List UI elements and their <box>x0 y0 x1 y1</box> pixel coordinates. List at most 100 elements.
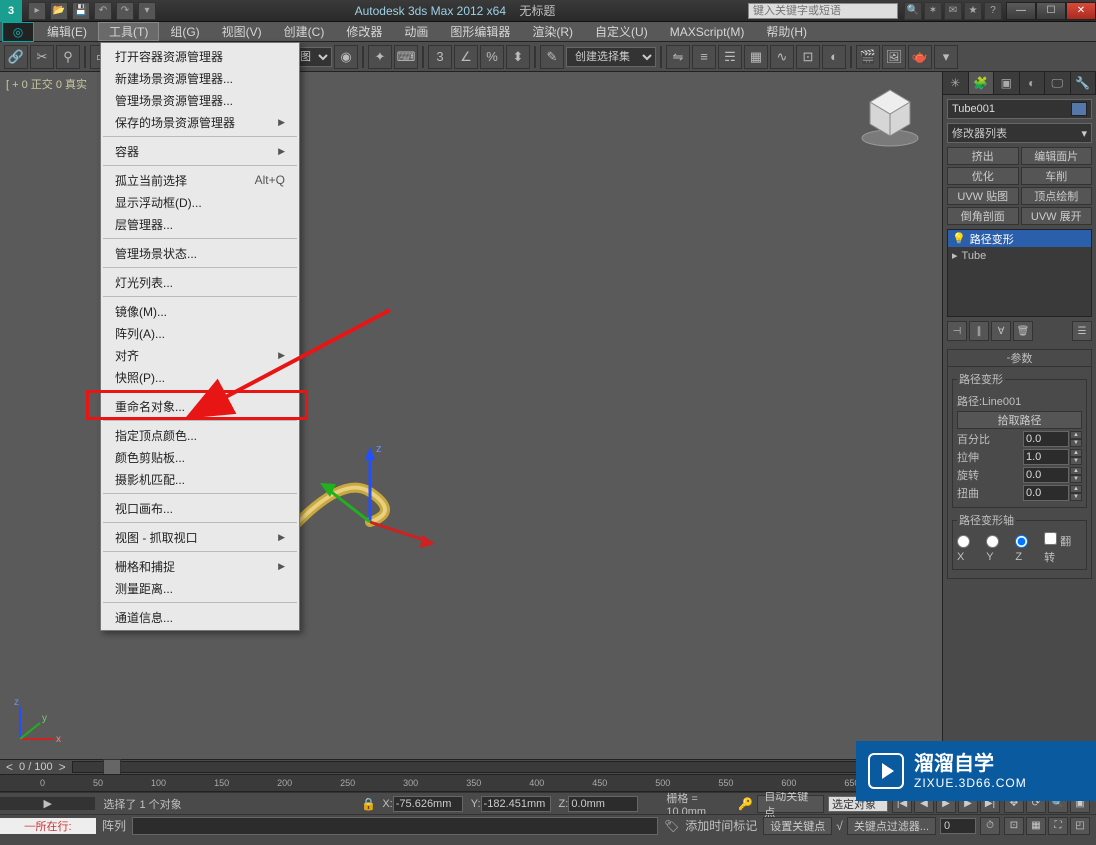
tab-hierarchy-icon[interactable]: ▣ <box>994 72 1020 94</box>
tab-display-icon[interactable]: 🖵 <box>1045 72 1071 94</box>
menu-item-5[interactable]: 容器▶ <box>101 140 299 162</box>
mod-btn-0[interactable]: 挤出 <box>947 147 1019 165</box>
menu-4[interactable]: 创建(C) <box>273 22 336 41</box>
pin-stack-icon[interactable]: ⊣ <box>947 321 967 341</box>
axis-y-radio[interactable]: Y <box>986 535 1009 563</box>
menu-item-1[interactable]: 新建场景资源管理器... <box>101 67 299 89</box>
align-icon[interactable]: ≡ <box>692 45 716 69</box>
remove-mod-icon[interactable]: 🗑 <box>1013 321 1033 341</box>
menu-2[interactable]: 组(G) <box>159 22 210 41</box>
close-button[interactable]: ✕ <box>1066 2 1096 20</box>
menu-item-26[interactable]: 视口画布... <box>101 497 299 519</box>
qat-dropdown-icon[interactable]: ▾ <box>138 2 156 20</box>
show-end-icon[interactable]: ∥ <box>969 321 989 341</box>
mod-btn-7[interactable]: UVW 展开 <box>1021 207 1093 225</box>
axis-z-radio[interactable]: Z <box>1015 535 1038 563</box>
axis-x-radio[interactable]: X <box>957 535 980 563</box>
mirror-icon[interactable]: ⇋ <box>666 45 690 69</box>
stack-item-0[interactable]: 💡路径变形 <box>948 230 1091 247</box>
layers-icon[interactable]: ☴ <box>718 45 742 69</box>
menu-item-13[interactable]: 灯光列表... <box>101 271 299 293</box>
menu-9[interactable]: 自定义(U) <box>584 22 659 41</box>
menu-item-8[interactable]: 显示浮动框(D)... <box>101 191 299 213</box>
app-menu-button[interactable]: ◎ <box>2 22 34 42</box>
setkey-button[interactable]: 设置关键点 <box>763 817 832 835</box>
mod-btn-6[interactable]: 倒角剖面 <box>947 207 1019 225</box>
menu-item-3[interactable]: 保存的场景资源管理器▶ <box>101 111 299 133</box>
curve-editor-icon[interactable]: ∿ <box>770 45 794 69</box>
modifier-stack[interactable]: 💡路径变形▸Tube <box>947 229 1092 317</box>
rollout-params-title[interactable]: - 参数 <box>947 349 1092 367</box>
named-sel-icon[interactable]: ✎ <box>540 45 564 69</box>
app-icon[interactable]: 3 <box>0 0 22 22</box>
render-frame-icon[interactable]: 🖼 <box>882 45 906 69</box>
menu-3[interactable]: 视图(V) <box>211 22 273 41</box>
spinner-snap-icon[interactable]: ⬍ <box>506 45 530 69</box>
menu-7[interactable]: 图形编辑器 <box>439 22 521 41</box>
zoom-all-icon[interactable]: ▦ <box>1026 817 1046 835</box>
percent-spinner[interactable]: ▲▼ <box>1023 431 1082 447</box>
maximize-button[interactable]: ☐ <box>1036 2 1066 20</box>
menu-6[interactable]: 动画 <box>393 22 439 41</box>
graphite-icon[interactable]: ▦ <box>744 45 768 69</box>
menu-item-28[interactable]: 视图 - 抓取视口▶ <box>101 526 299 548</box>
add-time-tag[interactable]: 添加时间标记 <box>685 817 757 834</box>
script-play-icon[interactable]: ▶ <box>0 797 95 810</box>
menu-item-30[interactable]: 栅格和捕捉▶ <box>101 555 299 577</box>
link-icon[interactable]: 🔗 <box>4 45 28 69</box>
rotate-spinner[interactable]: ▲▼ <box>1023 467 1082 483</box>
percent-snap-icon[interactable]: % <box>480 45 504 69</box>
menu-item-2[interactable]: 管理场景资源管理器... <box>101 89 299 111</box>
menu-8[interactable]: 渲染(R) <box>521 22 584 41</box>
snap-icon[interactable]: 3 <box>428 45 452 69</box>
schematic-icon[interactable]: ⊡ <box>796 45 820 69</box>
stack-item-1[interactable]: ▸Tube <box>948 247 1091 264</box>
menu-item-9[interactable]: 层管理器... <box>101 213 299 235</box>
menu-item-11[interactable]: 管理场景状态... <box>101 242 299 264</box>
maxscript-listener-input[interactable] <box>132 817 658 835</box>
menu-10[interactable]: MAXScript(M) <box>659 22 756 41</box>
region-zoom-icon[interactable]: ◰ <box>1070 817 1090 835</box>
menu-item-0[interactable]: 打开容器资源管理器 <box>101 45 299 67</box>
menu-item-33[interactable]: 通道信息... <box>101 606 299 628</box>
max-toggle-icon[interactable]: ⛶ <box>1048 817 1068 835</box>
configure-icon[interactable]: ☰ <box>1072 321 1092 341</box>
favorite-icon[interactable]: ★ <box>964 2 982 20</box>
qat-undo-icon[interactable]: ↶ <box>94 2 112 20</box>
help-search-input[interactable] <box>748 3 898 19</box>
material-editor-icon[interactable]: ◐ <box>822 45 846 69</box>
bind-icon[interactable]: ⚲ <box>56 45 80 69</box>
render-setup-icon[interactable]: 🎬 <box>856 45 880 69</box>
tab-motion-icon[interactable]: ◐ <box>1020 72 1046 94</box>
lock-icon[interactable]: 🔒 <box>361 797 376 811</box>
keyboard-icon[interactable]: ⌨ <box>394 45 418 69</box>
render-icon[interactable]: 🫖 <box>908 45 932 69</box>
exchange-icon[interactable]: ✉ <box>944 2 962 20</box>
autokey-button[interactable]: 自动关键点 <box>757 795 824 813</box>
mod-btn-4[interactable]: UVW 贴图 <box>947 187 1019 205</box>
x-input[interactable] <box>393 796 463 812</box>
object-name-field[interactable]: Tube001 <box>947 99 1092 119</box>
search-icon[interactable]: 🔍 <box>904 2 922 20</box>
time-config-icon[interactable]: ⏱ <box>980 817 1000 835</box>
tab-create-icon[interactable]: ✳ <box>943 72 969 94</box>
unlink-icon[interactable]: ✂ <box>30 45 54 69</box>
tab-utilities-icon[interactable]: 🔧 <box>1071 72 1096 94</box>
select-manip-icon[interactable]: ✦ <box>368 45 392 69</box>
help-icon[interactable]: ? <box>984 2 1002 20</box>
render-preset-icon[interactable]: ▾ <box>934 45 958 69</box>
qat-open-icon[interactable]: 📂 <box>50 2 68 20</box>
pivot-icon[interactable]: ◉ <box>334 45 358 69</box>
mod-btn-3[interactable]: 车削 <box>1021 167 1093 185</box>
flip-checkbox[interactable]: 翻转 <box>1044 532 1082 565</box>
stretch-spinner[interactable]: ▲▼ <box>1023 449 1082 465</box>
twist-spinner[interactable]: ▲▼ <box>1023 485 1082 501</box>
modifier-list-combo[interactable]: 修改器列表▾ <box>947 123 1092 143</box>
mod-btn-1[interactable]: 编辑面片 <box>1021 147 1093 165</box>
bulb-icon[interactable]: 💡 <box>952 232 966 245</box>
qat-new-icon[interactable]: ▸ <box>28 2 46 20</box>
qat-save-icon[interactable]: 💾 <box>72 2 90 20</box>
unique-icon[interactable]: ∀ <box>991 321 1011 341</box>
angle-snap-icon[interactable]: ∠ <box>454 45 478 69</box>
tab-modify-icon[interactable]: 🧩 <box>969 72 995 94</box>
